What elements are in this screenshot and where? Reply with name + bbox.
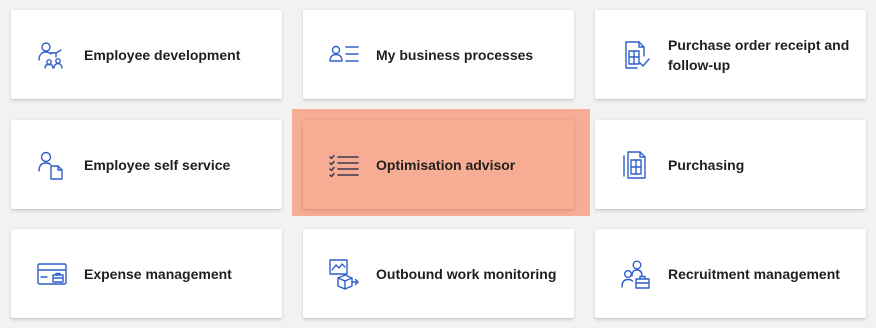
employee-self-service-icon — [36, 149, 68, 181]
recruitment-icon — [620, 258, 652, 290]
tile-label: Outbound work monitoring — [376, 265, 557, 282]
tile-employee-self-service[interactable]: Employee self service — [11, 120, 282, 209]
tile-employee-development[interactable]: Employee development — [11, 10, 282, 99]
purchase-order-receipt-icon — [620, 39, 652, 71]
tile-outbound-work-monitoring[interactable]: Outbound work monitoring — [303, 229, 574, 318]
business-processes-icon — [328, 39, 360, 71]
tile-label: My business processes — [376, 46, 534, 63]
tile-label: Purchase order receipt and follow-up — [668, 36, 850, 73]
outbound-work-icon — [328, 258, 360, 290]
expense-card-icon — [36, 258, 68, 290]
purchasing-document-icon — [620, 149, 652, 181]
tile-recruitment-management[interactable]: Recruitment management — [595, 229, 866, 318]
tile-optimisation-advisor[interactable]: Optimisation advisor — [303, 120, 574, 209]
tile-label: Employee self service — [84, 156, 231, 173]
tile-purchase-order-receipt[interactable]: Purchase order receipt and follow-up — [595, 10, 866, 99]
tile-purchasing[interactable]: Purchasing — [595, 120, 866, 209]
tile-label: Employee development — [84, 46, 241, 63]
tile-label: Optimisation advisor — [376, 156, 516, 173]
tile-expense-management[interactable]: Expense management — [11, 229, 282, 318]
tile-my-business-processes[interactable]: My business processes — [303, 10, 574, 99]
tile-label: Purchasing — [668, 156, 745, 173]
tile-label: Recruitment management — [668, 265, 840, 282]
checklist-icon — [328, 149, 360, 181]
employee-development-icon — [36, 39, 68, 71]
tile-label: Expense management — [84, 265, 232, 282]
